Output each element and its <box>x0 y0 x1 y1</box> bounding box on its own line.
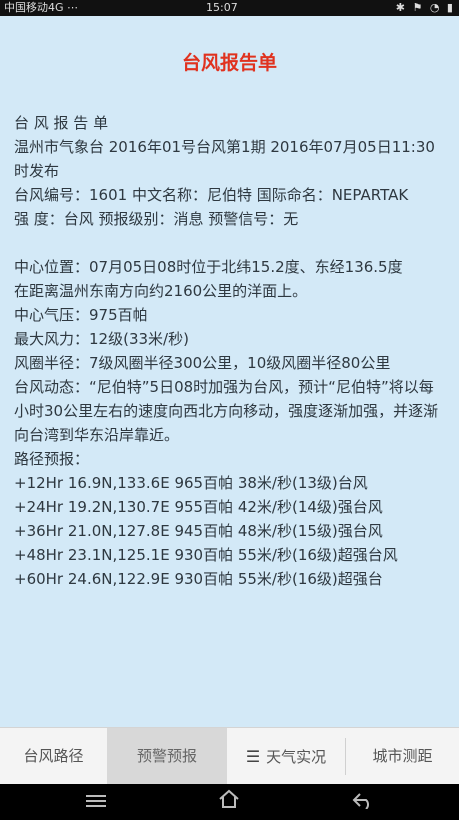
report-line: 风圈半径：7级风圈半径300公里，10级风圈半径80公里 <box>14 354 391 372</box>
carrier-text: 中国移动4G <box>4 1 64 14</box>
status-bar: 中国移动4G ⋯ 15:07 ✱ ⚑ ◔ ▮ <box>0 0 459 16</box>
report-line: 台风动态：“尼伯特”5日08时加强为台风，预计“尼伯特”将以每小时30公里左右的… <box>14 378 439 444</box>
signal-icons: ⋯ <box>67 1 79 14</box>
menu-icon[interactable] <box>76 788 116 816</box>
report-line: 中心气压：975百帕 <box>14 306 148 324</box>
status-time: 15:07 <box>206 1 238 14</box>
system-nav-bar <box>0 784 459 820</box>
report-line: 最大风力：12级(33米/秒) <box>14 330 189 348</box>
tab-label: 预警预报 <box>136 747 197 765</box>
carrier-label: 中国移动4G ⋯ <box>4 0 78 16</box>
report-line: +24Hr 19.2N,130.7E 955百帕 42米/秒(14级)强台风 <box>14 498 383 516</box>
report-line: 温州市气象台 2016年01号台风第1期 2016年07月05日11:30时发布 <box>14 138 435 180</box>
page-title: 台风报告单 <box>181 52 277 74</box>
tab-label: 台风路径 <box>23 747 84 765</box>
home-icon[interactable] <box>209 788 249 816</box>
report-line: +48Hr 23.1N,125.1E 930百帕 55米/秒(16级)超强台风 <box>14 546 398 564</box>
report-line: +36Hr 21.0N,127.8E 945百帕 48米/秒(15级)强台风 <box>14 522 383 540</box>
report-content[interactable]: 台风报告单 台 风 报 告 单温州市气象台 2016年01号台风第1期 2016… <box>0 16 459 727</box>
report-line: 台风编号：1601 中文名称：尼伯特 国际命名：NEPARTAK <box>14 186 409 204</box>
report-line: 强 度：台风 预报级别：消息 预警信号：无 <box>14 210 299 228</box>
report-line: +12Hr 16.9N,133.6E 965百帕 38米/秒(13级)台风 <box>14 474 368 492</box>
tab-warning-forecast[interactable]: 预警预报 <box>107 728 227 785</box>
status-icons: ✱ ⚑ ◔ ▮ <box>395 1 455 14</box>
tab-weather-live[interactable]: ☰ 天气实况 <box>227 728 345 785</box>
report-line: 路径预报： <box>14 450 90 468</box>
tab-label: 天气实况 <box>266 748 327 766</box>
report-text: 台 风 报 告 单温州市气象台 2016年01号台风第1期 2016年07月05… <box>14 111 446 591</box>
tab-city-distance[interactable]: 城市测距 <box>346 728 459 785</box>
report-line: 台 风 报 告 单 <box>14 114 109 132</box>
tab-label: 城市测距 <box>372 747 433 765</box>
report-line: 中心位置：07月05日08时位于北纬15.2度、东经136.5度 <box>14 258 403 276</box>
tab-typhoon-track[interactable]: 台风路径 <box>0 728 107 785</box>
menu-icon: ☰ <box>245 747 261 766</box>
bottom-tab-bar: 台风路径 预警预报 ☰ 天气实况 城市测距 <box>0 727 459 785</box>
back-icon[interactable] <box>343 788 383 816</box>
report-line: 在距离温州东南方向约2160公里的洋面上。 <box>14 282 308 300</box>
report-line: +60Hr 24.6N,122.9E 930百帕 55米/秒(16级)超强台 <box>14 570 383 588</box>
